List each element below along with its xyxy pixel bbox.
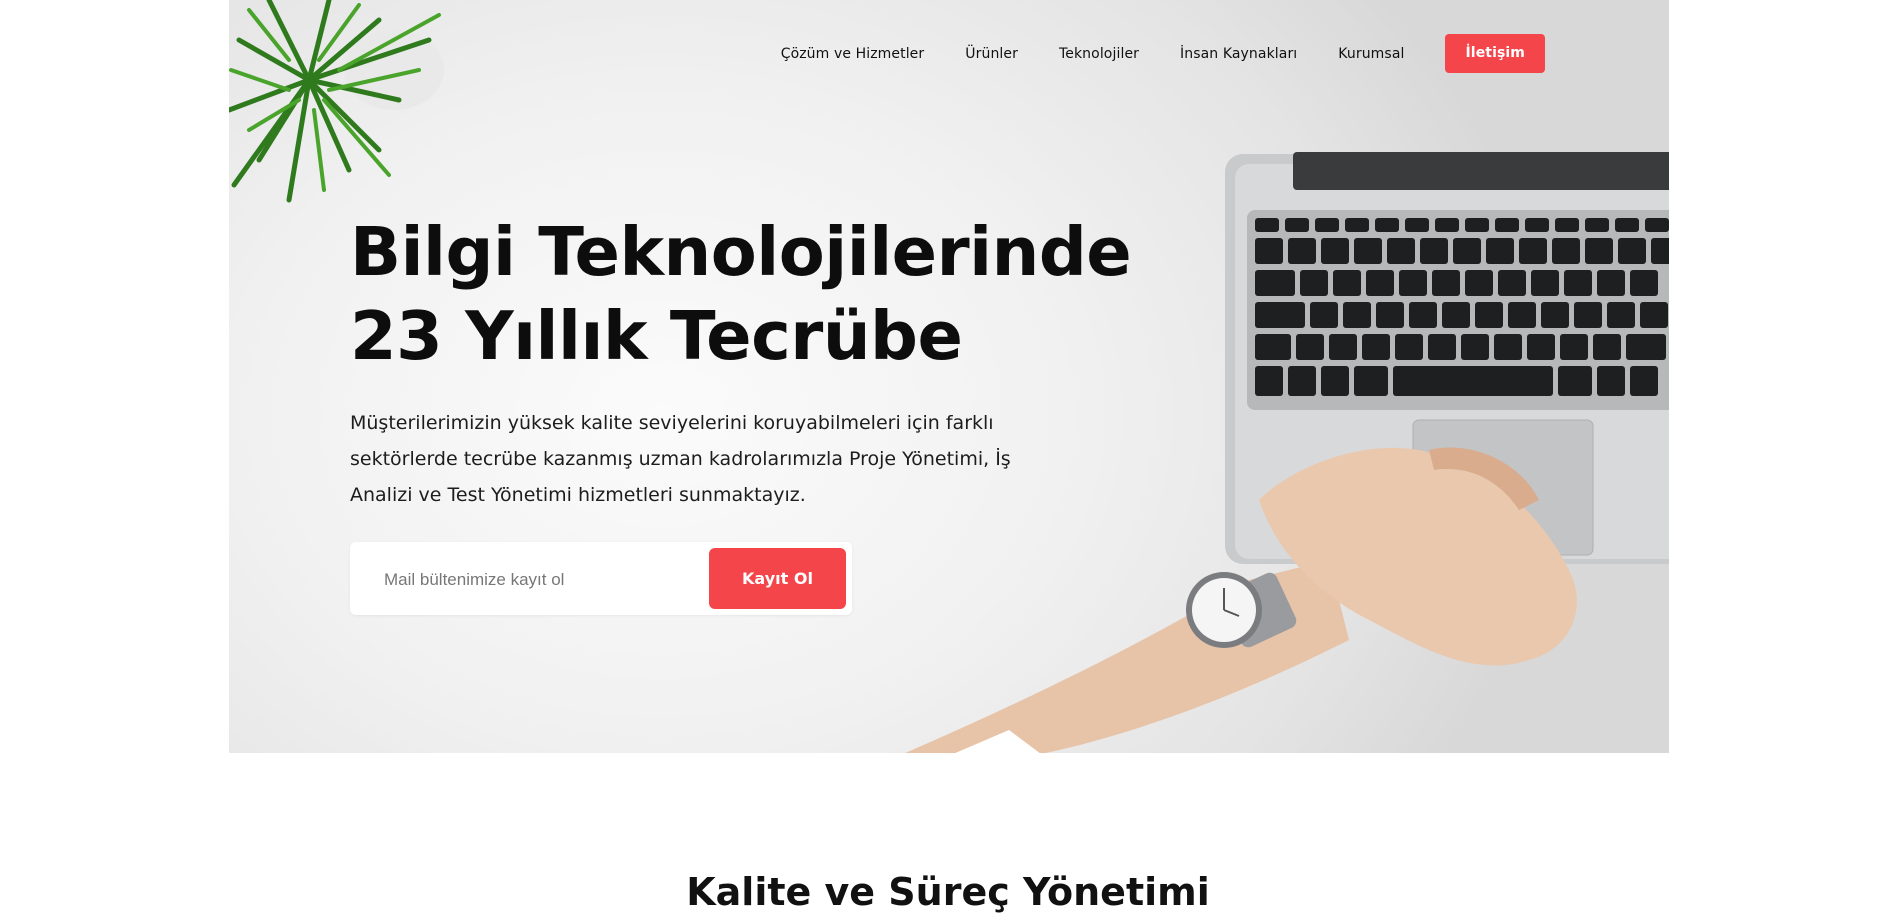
section-title: Kalite ve Süreç Yönetimi [686, 870, 1210, 914]
hero-banner: Çözüm ve Hizmetler Ürünler Teknolojiler … [229, 0, 1669, 753]
nav-item-cozum-ve-hizmetler[interactable]: Çözüm ve Hizmetler [781, 46, 925, 62]
hero-headline-line2: 23 Yıllık Tecrübe [350, 297, 963, 375]
main-nav: Çözüm ve Hizmetler Ürünler Teknolojiler … [781, 34, 1545, 73]
contact-button[interactable]: İletişim [1445, 34, 1545, 73]
nav-item-insan-kaynaklari[interactable]: İnsan Kaynakları [1180, 46, 1297, 62]
nav-item-urunler[interactable]: Ürünler [965, 46, 1018, 62]
plant-image [229, 0, 444, 203]
newsletter-email-input[interactable] [382, 564, 686, 596]
hero-headline-line1: Bilgi Teknolojilerinde [350, 213, 1132, 291]
hero-headline: Bilgi Teknolojilerinde 23 Yıllık Tecrübe [350, 210, 1150, 378]
nav-item-kurumsal[interactable]: Kurumsal [1338, 46, 1404, 62]
newsletter-form: Kayıt Ol [350, 542, 852, 615]
subscribe-button[interactable]: Kayıt Ol [709, 548, 846, 609]
nav-item-teknolojiler[interactable]: Teknolojiler [1059, 46, 1139, 62]
hero-lead-text: Müşterilerimizin yüksek kalite seviyeler… [350, 412, 1011, 506]
